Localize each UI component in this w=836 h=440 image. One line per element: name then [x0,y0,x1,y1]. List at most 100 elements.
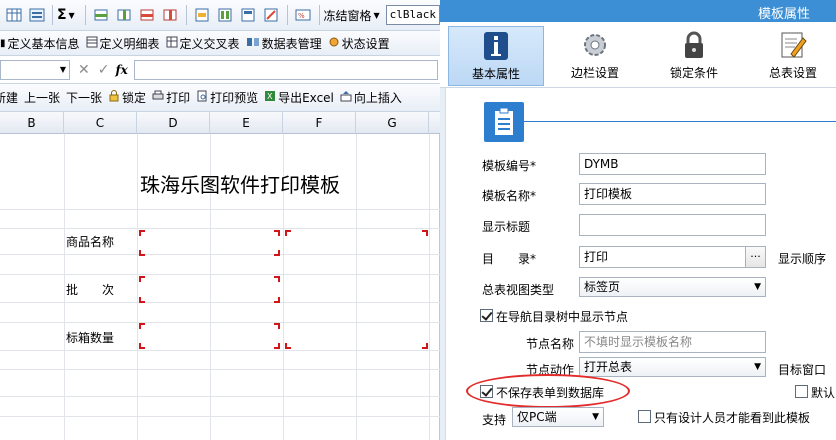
column-header-g[interactable]: G [356,112,429,134]
grid-line [0,369,440,370]
support-select[interactable]: 仅PC端 ▼ [512,407,604,427]
merge-cells-icon[interactable] [193,5,212,25]
tab-summary-settings[interactable]: 总表设置 [745,26,836,86]
format-cells-icon[interactable] [239,5,258,25]
data-table-management-label: 数据表管理 [261,36,322,51]
node-name-input[interactable]: 不填时显示模板名称 [579,331,766,353]
function-icon[interactable]: fx [115,63,127,77]
insert-column-icon[interactable] [115,5,134,25]
support-label: 支持 [482,413,507,427]
section-divider [524,121,836,122]
template-code-input[interactable]: DYMB [579,153,766,175]
toolbar-separator [52,5,53,25]
define-basic-info-label: 定义基本信息 [7,36,80,51]
grid-line [356,134,357,440]
printer-icon [152,90,164,105]
format-toolbar: Σ ▼ % 冻结窗格 ▼ clBlack [0,0,440,31]
export-excel-button[interactable]: X 导出Excel [264,89,334,106]
next-button[interactable]: 下一张 [66,89,102,106]
insert-row-icon[interactable] [92,5,111,25]
field-marker [274,297,280,303]
insert-above-button[interactable]: 向上插入 [340,89,402,106]
insert-above-label: 向上插入 [353,91,402,105]
print-preview-button[interactable]: 打印预览 [196,89,258,106]
insert-above-icon [340,90,352,105]
freeze-panes-button[interactable]: 冻结窗格 ▼ [324,7,380,24]
tab-label: 基本属性 [471,67,520,81]
status-settings-button[interactable]: 状态设置 [328,35,390,52]
field-marker [274,250,280,256]
grid-line [0,396,440,397]
tab-label: 总表设置 [768,66,817,80]
column-header-c[interactable]: C [64,112,137,134]
column-header-b[interactable]: B [0,112,64,134]
freeze-panes-label: 冻结窗格 [323,8,372,23]
cell-name-box[interactable]: ▼ [0,59,70,80]
designer-only-checkbox[interactable] [638,410,651,423]
sum-button[interactable]: Σ ▼ [57,7,75,23]
app-root: Σ ▼ % 冻结窗格 ▼ clBlack ▮ 定义基本信息 定义明细表 定义交叉表 数… [0,0,836,440]
formula-input[interactable] [133,59,438,80]
split-cells-icon[interactable] [216,5,235,25]
chevron-down-icon: ▼ [592,412,599,422]
template-name-input[interactable]: 打印模板 [579,183,766,205]
previous-button[interactable]: 上一张 [24,89,60,106]
node-name-label: 节点名称 [526,337,575,351]
data-table-management-button[interactable]: 数据表管理 [246,35,322,52]
field-marker [274,276,280,282]
sum-label: Σ [56,7,67,23]
field-marker [139,250,145,256]
new-button[interactable]: 新建 [0,89,18,106]
view-type-select[interactable]: 标签页 ▼ [579,277,766,297]
define-crosstab-button[interactable]: 定义交叉表 [166,35,240,52]
show-in-tree-label: 在导航目录树中显示节点 [496,310,629,324]
clear-format-icon[interactable] [262,5,281,25]
print-button[interactable]: 打印 [152,89,190,106]
display-order-label: 显示顺序 [778,252,827,266]
field-marker [139,323,145,329]
box-quantity-label: 标箱数量 [66,331,115,345]
column-header-e[interactable]: E [210,112,283,134]
column-header-d[interactable]: D [137,112,210,134]
edit-document-icon [777,30,809,60]
tab-basic-properties[interactable]: 基本属性 [448,26,544,86]
display-title-input[interactable] [579,214,766,236]
catalog-input[interactable]: 打印 ... [579,246,766,268]
tab-lock-conditions[interactable]: 锁定条件 [646,26,742,86]
delete-row-icon[interactable] [138,5,157,25]
currency-format-icon[interactable]: % [294,5,313,25]
cancel-formula-icon[interactable]: ✕ [78,62,90,78]
grid-line [0,209,440,210]
node-action-select[interactable]: 打开总表 ▼ [579,357,766,377]
column-header-f[interactable]: F [283,112,356,134]
tab-sidebar-settings[interactable]: 边栏设置 [547,26,643,86]
grid-icon[interactable] [4,5,23,25]
list-icon: ▮ [0,37,6,49]
table-icon[interactable] [27,5,46,25]
confirm-formula-icon[interactable]: ✓ [98,62,110,78]
grid-line [0,228,440,229]
font-color-select[interactable]: clBlack [385,5,440,25]
define-detail-table-button[interactable]: 定义明细表 [86,35,160,52]
define-crosstab-label: 定义交叉表 [179,36,240,51]
catalog-value: 打印 [584,250,609,264]
field-marker [274,343,280,349]
support-value: 仅PC端 [517,410,557,424]
grid-line [137,134,138,440]
previous-label: 上一张 [24,91,61,105]
detail-table-icon [86,36,98,51]
delete-column-icon[interactable] [161,5,180,25]
print-preview-icon [196,90,208,105]
grid-line [0,254,440,255]
target-window-label: 目标窗口 [778,363,827,377]
tab-label: 边栏设置 [570,66,619,80]
define-basic-info-button[interactable]: ▮ 定义基本信息 [0,35,80,52]
lock-icon [678,30,710,60]
svg-text:%: % [298,12,305,20]
field-marker [422,230,428,236]
browse-button[interactable]: ... [745,247,765,267]
lock-button[interactable]: 锁定 [108,89,146,106]
sheet-grid[interactable]: 珠海乐图软件打印模板 商品名称 批 次 标箱数量 [0,134,440,440]
show-in-tree-checkbox[interactable] [480,309,493,322]
default-checkbox[interactable] [795,385,808,398]
